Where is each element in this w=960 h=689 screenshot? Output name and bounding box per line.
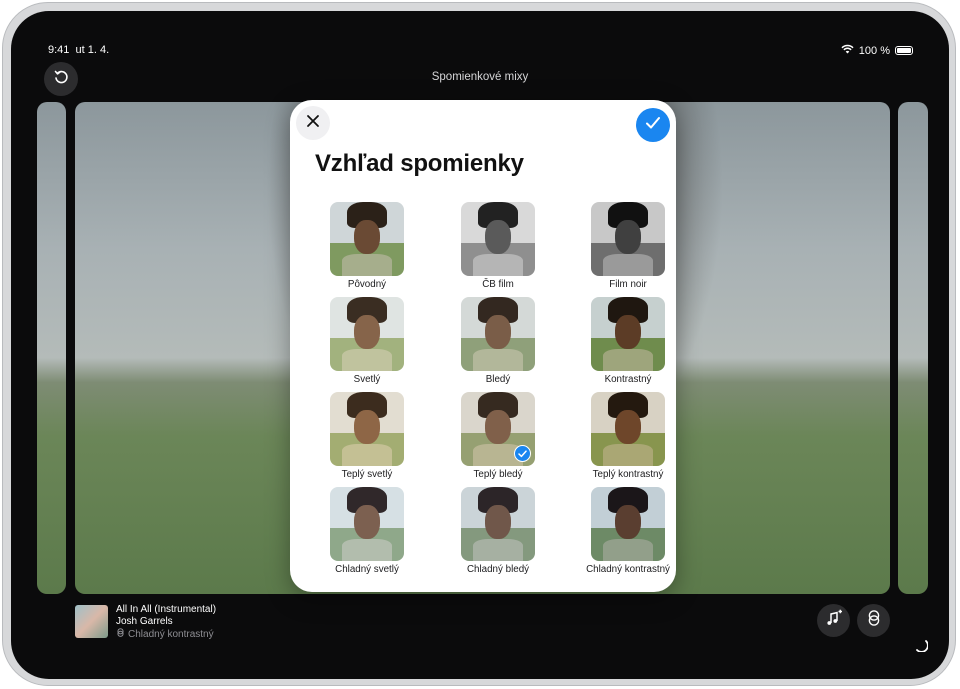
look-option-bw[interactable]: ČB film [443,202,553,290]
spinner-icon [914,638,929,657]
look-option-label: Chladný kontrastný [586,564,670,575]
look-option-label: Chladný bledý [466,564,530,575]
checkmark-icon [645,116,661,135]
memory-look-sheet: Vzhľad spomienky Pôvodný ČB film Film noir… [290,100,676,592]
look-filter-icon [865,609,883,632]
status-date: ut 1. 4. [75,44,110,56]
look-thumbnail [461,202,535,276]
look-thumbnail [461,487,535,561]
battery-percent: 100 % [858,44,890,57]
look-option-label: Svetlý [353,374,381,385]
ipad-frame: 9:41 ut 1. 4. 100 % Spomienkové mixy Vzh… [2,2,956,686]
look-thumbnail [330,487,404,561]
battery-icon [895,46,913,55]
look-thumbnail [591,297,665,371]
done-button[interactable] [636,108,670,142]
look-option-label: Kontrastný [604,374,652,385]
look-thumbnail [591,487,665,561]
status-time: 9:41 [48,44,70,56]
look-thumbnail [330,202,404,276]
look-option-warm-pale[interactable]: Teplý bledý [443,392,553,480]
look-thumbnail [330,392,404,466]
album-art[interactable] [75,605,108,638]
music-button[interactable] [817,604,850,637]
look-option-original[interactable]: Pôvodný [312,202,422,290]
look-option-warm-light[interactable]: Teplý svetlý [312,392,422,480]
look-option-label: Bledý [485,374,511,385]
look-option-contrast[interactable]: Kontrastný [573,297,683,385]
sheet-title: Vzhľad spomienky [315,150,524,177]
previous-photo[interactable] [37,102,66,594]
selected-check-icon [514,445,531,462]
nav-title: Spomienkové mixy [431,71,529,83]
song-artist: Josh Garrels [116,616,173,627]
look-thumbnail [461,297,535,371]
status-time-date: 9:41 ut 1. 4. [48,44,109,56]
current-look-label: Chladný kontrastný [128,628,214,640]
next-photo[interactable] [898,102,928,594]
look-option-pale[interactable]: Bledý [443,297,553,385]
look-thumbnail [591,392,665,466]
look-option-label: Chladný svetlý [335,564,399,575]
look-thumbnail [591,202,665,276]
status-right: 100 % [841,44,913,57]
song-title[interactable]: All In All (Instrumental) [116,604,216,615]
wifi-icon [841,44,854,57]
look-thumbnail [330,297,404,371]
look-option-cool-light[interactable]: Chladný svetlý [312,487,422,575]
screen: 9:41 ut 1. 4. 100 % Spomienkové mixy Vzh… [11,11,949,679]
look-thumbnail [461,392,535,466]
look-filter-icon [116,628,125,640]
look-option-noir[interactable]: Film noir [573,202,683,290]
music-plus-icon [825,609,843,632]
current-look: Chladný kontrastný [116,628,214,640]
look-option-light[interactable]: Svetlý [312,297,422,385]
look-option-label: Pôvodný [347,279,387,290]
close-icon [306,114,320,133]
look-option-label: Teplý kontrastný [592,469,664,480]
look-option-cool-pale[interactable]: Chladný bledý [443,487,553,575]
look-option-cool-contrast[interactable]: Chladný kontrastný [573,487,683,575]
look-option-label: Film noir [609,279,647,290]
close-button[interactable] [296,106,330,140]
look-option-label: Teplý bledý [473,469,523,480]
look-option-warm-contrast[interactable]: Teplý kontrastný [573,392,683,480]
look-option-label: ČB film [482,279,514,290]
look-button[interactable] [857,604,890,637]
look-option-label: Teplý svetlý [341,469,393,480]
